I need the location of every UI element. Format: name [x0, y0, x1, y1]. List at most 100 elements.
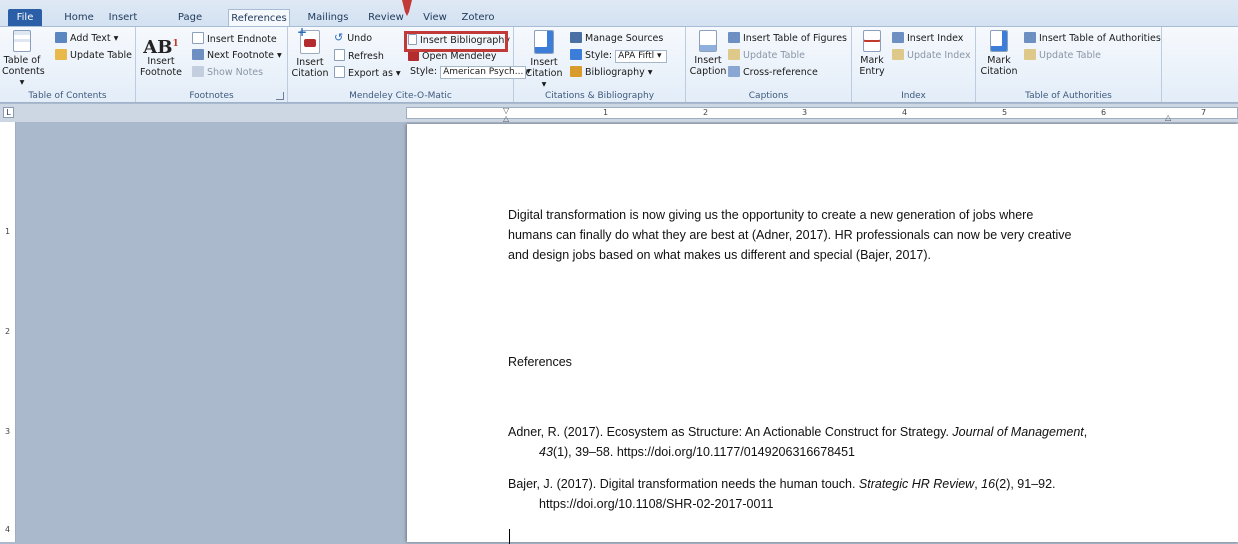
citation-style-combo[interactable]: APA Fiftl ▾	[615, 50, 668, 63]
ruler-scale[interactable]: 1 2 3 4 5 6 7 ▽ △ △	[406, 106, 1238, 123]
citation-label-1: Insert	[530, 57, 558, 68]
caption-label-1: Insert	[694, 55, 722, 66]
ref-volume: 16	[981, 477, 996, 491]
bibliography-books-icon	[570, 66, 582, 77]
toc-label-2: Contents ▾	[2, 66, 45, 88]
citation-style-label: Style:	[585, 50, 613, 61]
hanging-indent-marker[interactable]: △	[503, 114, 509, 123]
tab-references[interactable]: References	[228, 9, 290, 26]
tab-file[interactable]: File	[8, 9, 42, 26]
group-citations-bibliography: Insert Citation ▾ Manage Sources Style: …	[514, 27, 686, 102]
export-as-button[interactable]: Export as ▾	[334, 66, 401, 80]
mendeley-citation-label-1: Insert	[296, 57, 324, 68]
tab-mailings[interactable]: Mailings	[305, 9, 351, 26]
ruler-number: 6	[1101, 108, 1107, 117]
document-icon	[13, 30, 31, 52]
next-footnote-button[interactable]: Next Footnote ▾	[192, 49, 282, 62]
show-notes-icon	[192, 66, 204, 77]
citation-style-value: APA Fiftl	[618, 51, 655, 61]
cross-reference-button[interactable]: Cross-reference	[728, 66, 818, 79]
tab-insert[interactable]: Insert	[105, 9, 141, 26]
document-page[interactable]: Digital transformation is now giving us …	[407, 124, 1238, 544]
insert-table-of-figures-label: Insert Table of Figures	[743, 33, 847, 44]
citation-label-2: Citation ▾	[525, 68, 563, 90]
right-indent-marker[interactable]: △	[1165, 113, 1171, 122]
insert-table-of-authorities-button[interactable]: Insert Table of Authorities	[1024, 32, 1161, 45]
update-table-icon	[1024, 49, 1036, 60]
vertical-ruler[interactable]: 1 2 3 4	[0, 122, 16, 542]
body-paragraph-line: and design jobs based on what makes us d…	[508, 248, 931, 262]
mark-entry-label-2: Entry	[859, 66, 885, 77]
next-footnote-label: Next Footnote ▾	[207, 50, 282, 61]
manage-sources-button[interactable]: Manage Sources	[570, 32, 663, 45]
mark-entry-button[interactable]: Mark Entry	[854, 30, 890, 77]
cross-reference-icon	[728, 66, 740, 77]
ref-journal: Journal of Management	[952, 425, 1084, 439]
ab-text: AB	[143, 37, 173, 58]
update-index-button[interactable]: Update Index	[892, 49, 971, 62]
bibliography-button[interactable]: Bibliography ▾	[570, 66, 653, 79]
open-mendeley-label: Open Mendeley	[422, 51, 497, 62]
insert-endnote-button[interactable]: Insert Endnote	[192, 32, 277, 46]
undo-button[interactable]: ↺ Undo	[334, 32, 372, 45]
body-paragraph-line: Digital transformation is now giving us …	[508, 208, 1034, 222]
ribbon: Table of Contents ▾ Add Text ▾ Update Ta…	[0, 26, 1238, 103]
mark-entry-label-1: Mark	[860, 55, 884, 66]
toc-label-1: Table of	[3, 55, 41, 66]
insert-citation-button[interactable]: Insert Citation ▾	[524, 30, 564, 90]
table-of-contents-button[interactable]: Table of Contents ▾	[2, 30, 45, 88]
reference-bajer-line2: https://doi.org/10.1108/SHR-02-2017-0011	[539, 497, 774, 511]
horizontal-ruler[interactable]: L 1 2 3 4 5 6 7 ▽ △ △	[0, 104, 1238, 123]
add-text-button[interactable]: Add Text ▾	[55, 32, 118, 45]
group-label-mendeley: Mendeley Cite-O-Matic	[349, 91, 452, 101]
tab-home[interactable]: Home	[62, 9, 96, 26]
caption-icon	[699, 30, 717, 52]
ref-text: Adner, R. (2017). Ecosystem as Structure…	[508, 425, 953, 439]
mendeley-style-selector[interactable]: Style: American Psych... ▾	[410, 66, 531, 79]
insert-endnote-label: Insert Endnote	[207, 34, 277, 45]
reference-adner-line1: Adner, R. (2017). Ecosystem as Structure…	[508, 422, 1087, 442]
manage-sources-icon	[570, 32, 582, 43]
red-arrow-icon	[402, 0, 412, 16]
show-notes-button[interactable]: Show Notes	[192, 66, 263, 79]
tab-selector-icon[interactable]: L	[3, 107, 14, 118]
update-table-icon	[55, 49, 67, 60]
mendeley-insert-citation-button[interactable]: + Insert Citation	[290, 26, 330, 79]
authorities-update-table-button[interactable]: Update Table	[1024, 49, 1101, 62]
insert-index-button[interactable]: Insert Index	[892, 32, 963, 45]
tab-page-layout[interactable]: Page Layout	[160, 9, 220, 40]
update-table-button[interactable]: Update Table	[55, 49, 132, 62]
refresh-button[interactable]: Refresh	[334, 49, 384, 63]
ruler-number: 4	[5, 525, 11, 534]
group-captions: Insert Caption Insert Table of Figures U…	[686, 27, 852, 102]
group-footnotes: AB1 Insert Footnote Insert Endnote Next …	[136, 27, 288, 102]
footnote-label-2: Footnote	[140, 67, 182, 78]
bibliography-label: Bibliography ▾	[585, 67, 653, 78]
group-table-of-contents: Table of Contents ▾ Add Text ▾ Update Ta…	[0, 27, 136, 102]
ref-volume: 43	[539, 445, 553, 459]
ruler-number: 1	[5, 227, 11, 236]
insert-footnote-button[interactable]: AB1 Insert Footnote	[140, 30, 182, 78]
group-label-authorities: Table of Authorities	[1025, 91, 1112, 101]
reference-adner-line2: 43(1), 39–58. https://doi.org/10.1177/01…	[539, 442, 855, 462]
references-heading: References	[508, 355, 572, 369]
tab-view[interactable]: View	[420, 9, 450, 26]
update-table-icon	[728, 49, 740, 60]
ruler-number: 3	[5, 427, 11, 436]
dialog-launcher-icon[interactable]	[276, 92, 284, 100]
citation-style-selector[interactable]: Style: APA Fiftl ▾	[570, 49, 668, 63]
group-table-of-authorities: Mark Citation Insert Table of Authoritie…	[976, 27, 1162, 102]
ref-text: ,	[1083, 425, 1088, 439]
insert-caption-button[interactable]: Insert Caption	[688, 30, 728, 77]
body-paragraph-line: humans can finally do what they are best…	[508, 228, 1072, 242]
insert-table-of-figures-button[interactable]: Insert Table of Figures	[728, 32, 847, 45]
manage-sources-label: Manage Sources	[585, 33, 664, 44]
ref-text: Bajer, J. (2017). Digital transformation…	[508, 477, 859, 491]
tab-zotero[interactable]: Zotero	[456, 9, 500, 26]
export-icon	[334, 66, 345, 78]
captions-update-table-button[interactable]: Update Table	[728, 49, 805, 62]
mark-citation-button[interactable]: Mark Citation	[978, 30, 1020, 77]
insert-table-of-authorities-label: Insert Table of Authorities	[1039, 33, 1161, 44]
group-label-index: Index	[901, 91, 926, 101]
table-of-authorities-icon	[1024, 32, 1036, 43]
